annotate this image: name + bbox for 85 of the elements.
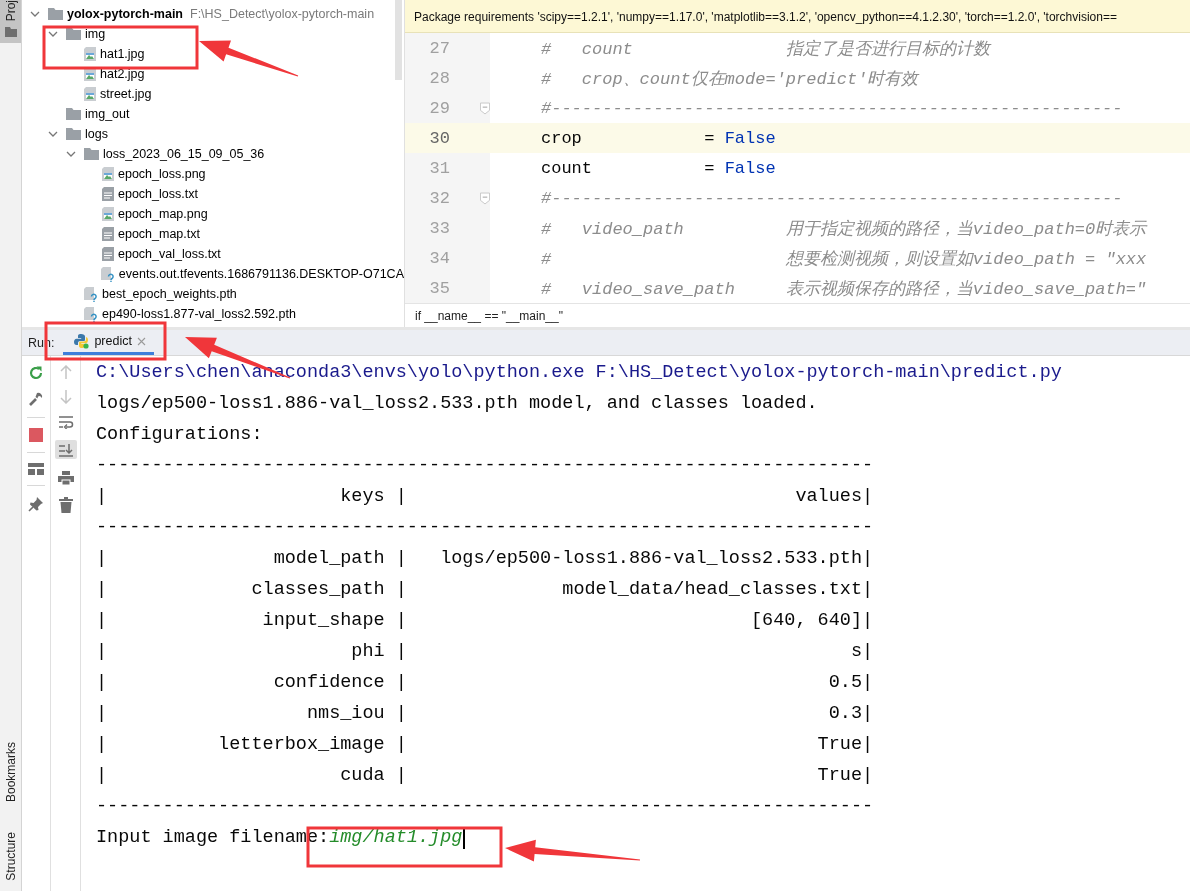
folder-icon: [66, 128, 81, 140]
print-icon[interactable]: [57, 470, 74, 486]
text-file-icon: [102, 227, 114, 241]
image-file-icon: [84, 87, 96, 101]
folder-icon: [48, 8, 63, 20]
console-output: Configurations:: [96, 424, 263, 445]
tree-item[interactable]: epoch_loss.txt: [118, 187, 198, 201]
image-file-icon: [102, 207, 114, 221]
trash-icon[interactable]: [58, 497, 73, 513]
console-output: | input_shape | [640, 640]|: [96, 610, 874, 631]
code-line: crop = False: [541, 128, 776, 148]
tree-item[interactable]: hat2.jpg: [100, 67, 145, 81]
python-icon: [73, 333, 90, 349]
chevron-icon[interactable]: [30, 9, 40, 19]
code-comment: # count 指定了是否进行目标的计数: [541, 38, 990, 60]
tree-item[interactable]: epoch_map.txt: [118, 227, 200, 241]
line-number: 30: [428, 128, 450, 148]
line-number: 28: [428, 68, 450, 88]
console-output: ----------------------------------------------------------------------: [96, 517, 874, 538]
wrench-icon[interactable]: [28, 391, 44, 407]
line-number: 27: [428, 38, 450, 58]
run-tab[interactable]: predict: [63, 330, 154, 355]
chevron-icon[interactable]: [48, 29, 58, 39]
console-output: | phi | s|: [96, 641, 874, 662]
tree-item[interactable]: epoch_loss.png: [118, 167, 206, 181]
tree-item[interactable]: ep490-loss1.877-val_loss2.592.pth: [102, 307, 296, 321]
tool-window-tab[interactable]: Bookmarks: [3, 742, 18, 803]
tree-item[interactable]: street.jpg: [100, 87, 152, 101]
soft-wrap-icon[interactable]: [57, 415, 74, 429]
folder-icon: [4, 27, 17, 38]
console-output: logs/ep500-loss1.886-val_loss2.533.pth model, and classes loaded.: [96, 393, 818, 414]
code-comment: #--------------------------------------------------------: [541, 188, 1123, 208]
rerun-icon[interactable]: [28, 365, 44, 381]
console-output: | keys | values|: [96, 486, 874, 507]
tree-item[interactable]: best_epoch_weights.pth: [102, 287, 237, 301]
scrollbar[interactable]: [395, 0, 402, 80]
code-comment: # 想要检测视频，则设置如video_path = "xxx: [541, 248, 1147, 270]
unknown-file-icon: [100, 266, 115, 282]
line-number: 31: [428, 158, 450, 178]
console-output: | confidence | 0.5|: [96, 672, 874, 693]
console-output: | classes_path | model_data/head_classes.txt|: [96, 579, 874, 600]
tree-item[interactable]: img_out: [85, 107, 130, 121]
line-number: 34: [428, 248, 450, 268]
tree-item[interactable]: yolox-pytorch-main: [67, 7, 183, 21]
code-comment: #--------------------------------------------------------: [541, 98, 1123, 118]
close-icon[interactable]: [136, 336, 146, 346]
console-input[interactable]: img/hat1.jpg: [329, 827, 463, 848]
tree-item[interactable]: epoch_val_loss.txt: [118, 247, 221, 261]
text-file-icon: [102, 247, 114, 261]
code-comment: # video_save_path 表示视频保存的路径，当video_save_path=": [541, 278, 1147, 300]
tree-item[interactable]: epoch_map.png: [118, 207, 208, 221]
code-comment: # crop、count仅在mode='predict'时有效: [541, 68, 919, 90]
console-output: | letterbox_image | True|: [96, 734, 874, 755]
tree-item[interactable]: loss_2023_06_15_09_05_36: [103, 147, 265, 161]
pin-icon[interactable]: [28, 496, 44, 512]
chevron-icon[interactable]: [66, 149, 76, 159]
tool-window-tab[interactable]: Structure: [3, 832, 18, 881]
unknown-file-icon: [84, 306, 98, 322]
scroll-to-end-icon[interactable]: [57, 443, 74, 457]
project-path: F:\HS_Detect\yolox-pytorch-main: [190, 7, 375, 21]
console-output: | model_path | logs/ep500-loss1.886-val_loss2.533.pth|: [96, 548, 874, 569]
chevron-icon[interactable]: [48, 129, 58, 139]
code-comment: # video_path 用于指定视频的路径，当video_path=0时表示: [541, 218, 1147, 240]
tree-item[interactable]: img: [85, 27, 106, 41]
text-file-icon: [102, 187, 114, 201]
folder-icon: [66, 108, 81, 120]
code-line: count = False: [541, 158, 776, 178]
line-number: 32: [428, 188, 450, 208]
image-file-icon: [102, 167, 114, 181]
console-output: ----------------------------------------------------------------------: [96, 455, 874, 476]
line-number: 29: [428, 98, 450, 118]
console-output: ----------------------------------------------------------------------: [96, 796, 874, 817]
line-number: 33: [428, 218, 450, 238]
tree-item[interactable]: events.out.tfevents.1686791136.DESKTOP-O71CA: [118, 267, 404, 281]
folder-icon: [84, 148, 99, 160]
breadcrumb[interactable]: if __name__ == "__main__": [415, 309, 563, 323]
tree-item[interactable]: hat1.jpg: [100, 47, 145, 61]
unknown-file-icon: [84, 286, 98, 302]
image-file-icon: [84, 47, 96, 61]
tree-item[interactable]: logs: [85, 127, 108, 141]
layout-icon[interactable]: [28, 463, 44, 475]
console-output: | nms_iou | 0.3|: [96, 703, 874, 724]
console-output: | cuda | True|: [96, 765, 874, 786]
line-number: 35: [428, 278, 450, 298]
notification-bar: Package requirements 'scipy==1.2.1', 'numpy==1.17.0', 'matplotlib==3.1.2', 'opencv_python==4.1.2.30', 'torch==1.2.0', 'torchvision==: [405, 0, 1190, 33]
